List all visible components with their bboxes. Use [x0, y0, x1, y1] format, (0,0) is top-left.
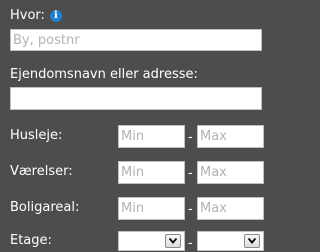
rent-max-input[interactable]: [197, 125, 264, 148]
area-label: Boligareal:: [10, 200, 80, 215]
area-min-input[interactable]: [118, 197, 185, 220]
rooms-separator: -: [188, 166, 193, 181]
rooms-label: Værelser:: [10, 164, 73, 179]
floor-separator: -: [188, 236, 193, 251]
property-name-input[interactable]: [10, 87, 262, 110]
floor-max-dropdown-button[interactable]: [244, 234, 260, 248]
rooms-min-input[interactable]: [118, 161, 185, 184]
rent-min-input[interactable]: [118, 125, 185, 148]
property-name-label: Ejendomsnavn eller adresse:: [10, 67, 198, 82]
rooms-max-input[interactable]: [197, 161, 264, 184]
rent-separator: -: [188, 130, 193, 145]
floor-min-dropdown-button[interactable]: [165, 234, 181, 248]
floor-label: Etage:: [10, 233, 52, 248]
hvor-label-text: Hvor:: [10, 8, 45, 23]
area-separator: -: [188, 202, 193, 217]
chevron-down-icon: [248, 238, 256, 244]
info-icon[interactable]: i: [49, 10, 62, 22]
hvor-label: Hvor: i: [10, 8, 62, 24]
rent-label: Husleje:: [10, 128, 63, 143]
floor-min-select[interactable]: [118, 231, 185, 251]
chevron-down-icon: [169, 238, 177, 244]
floor-max-select[interactable]: [197, 231, 264, 251]
area-max-input[interactable]: [197, 197, 264, 220]
location-search-input[interactable]: [10, 29, 262, 51]
